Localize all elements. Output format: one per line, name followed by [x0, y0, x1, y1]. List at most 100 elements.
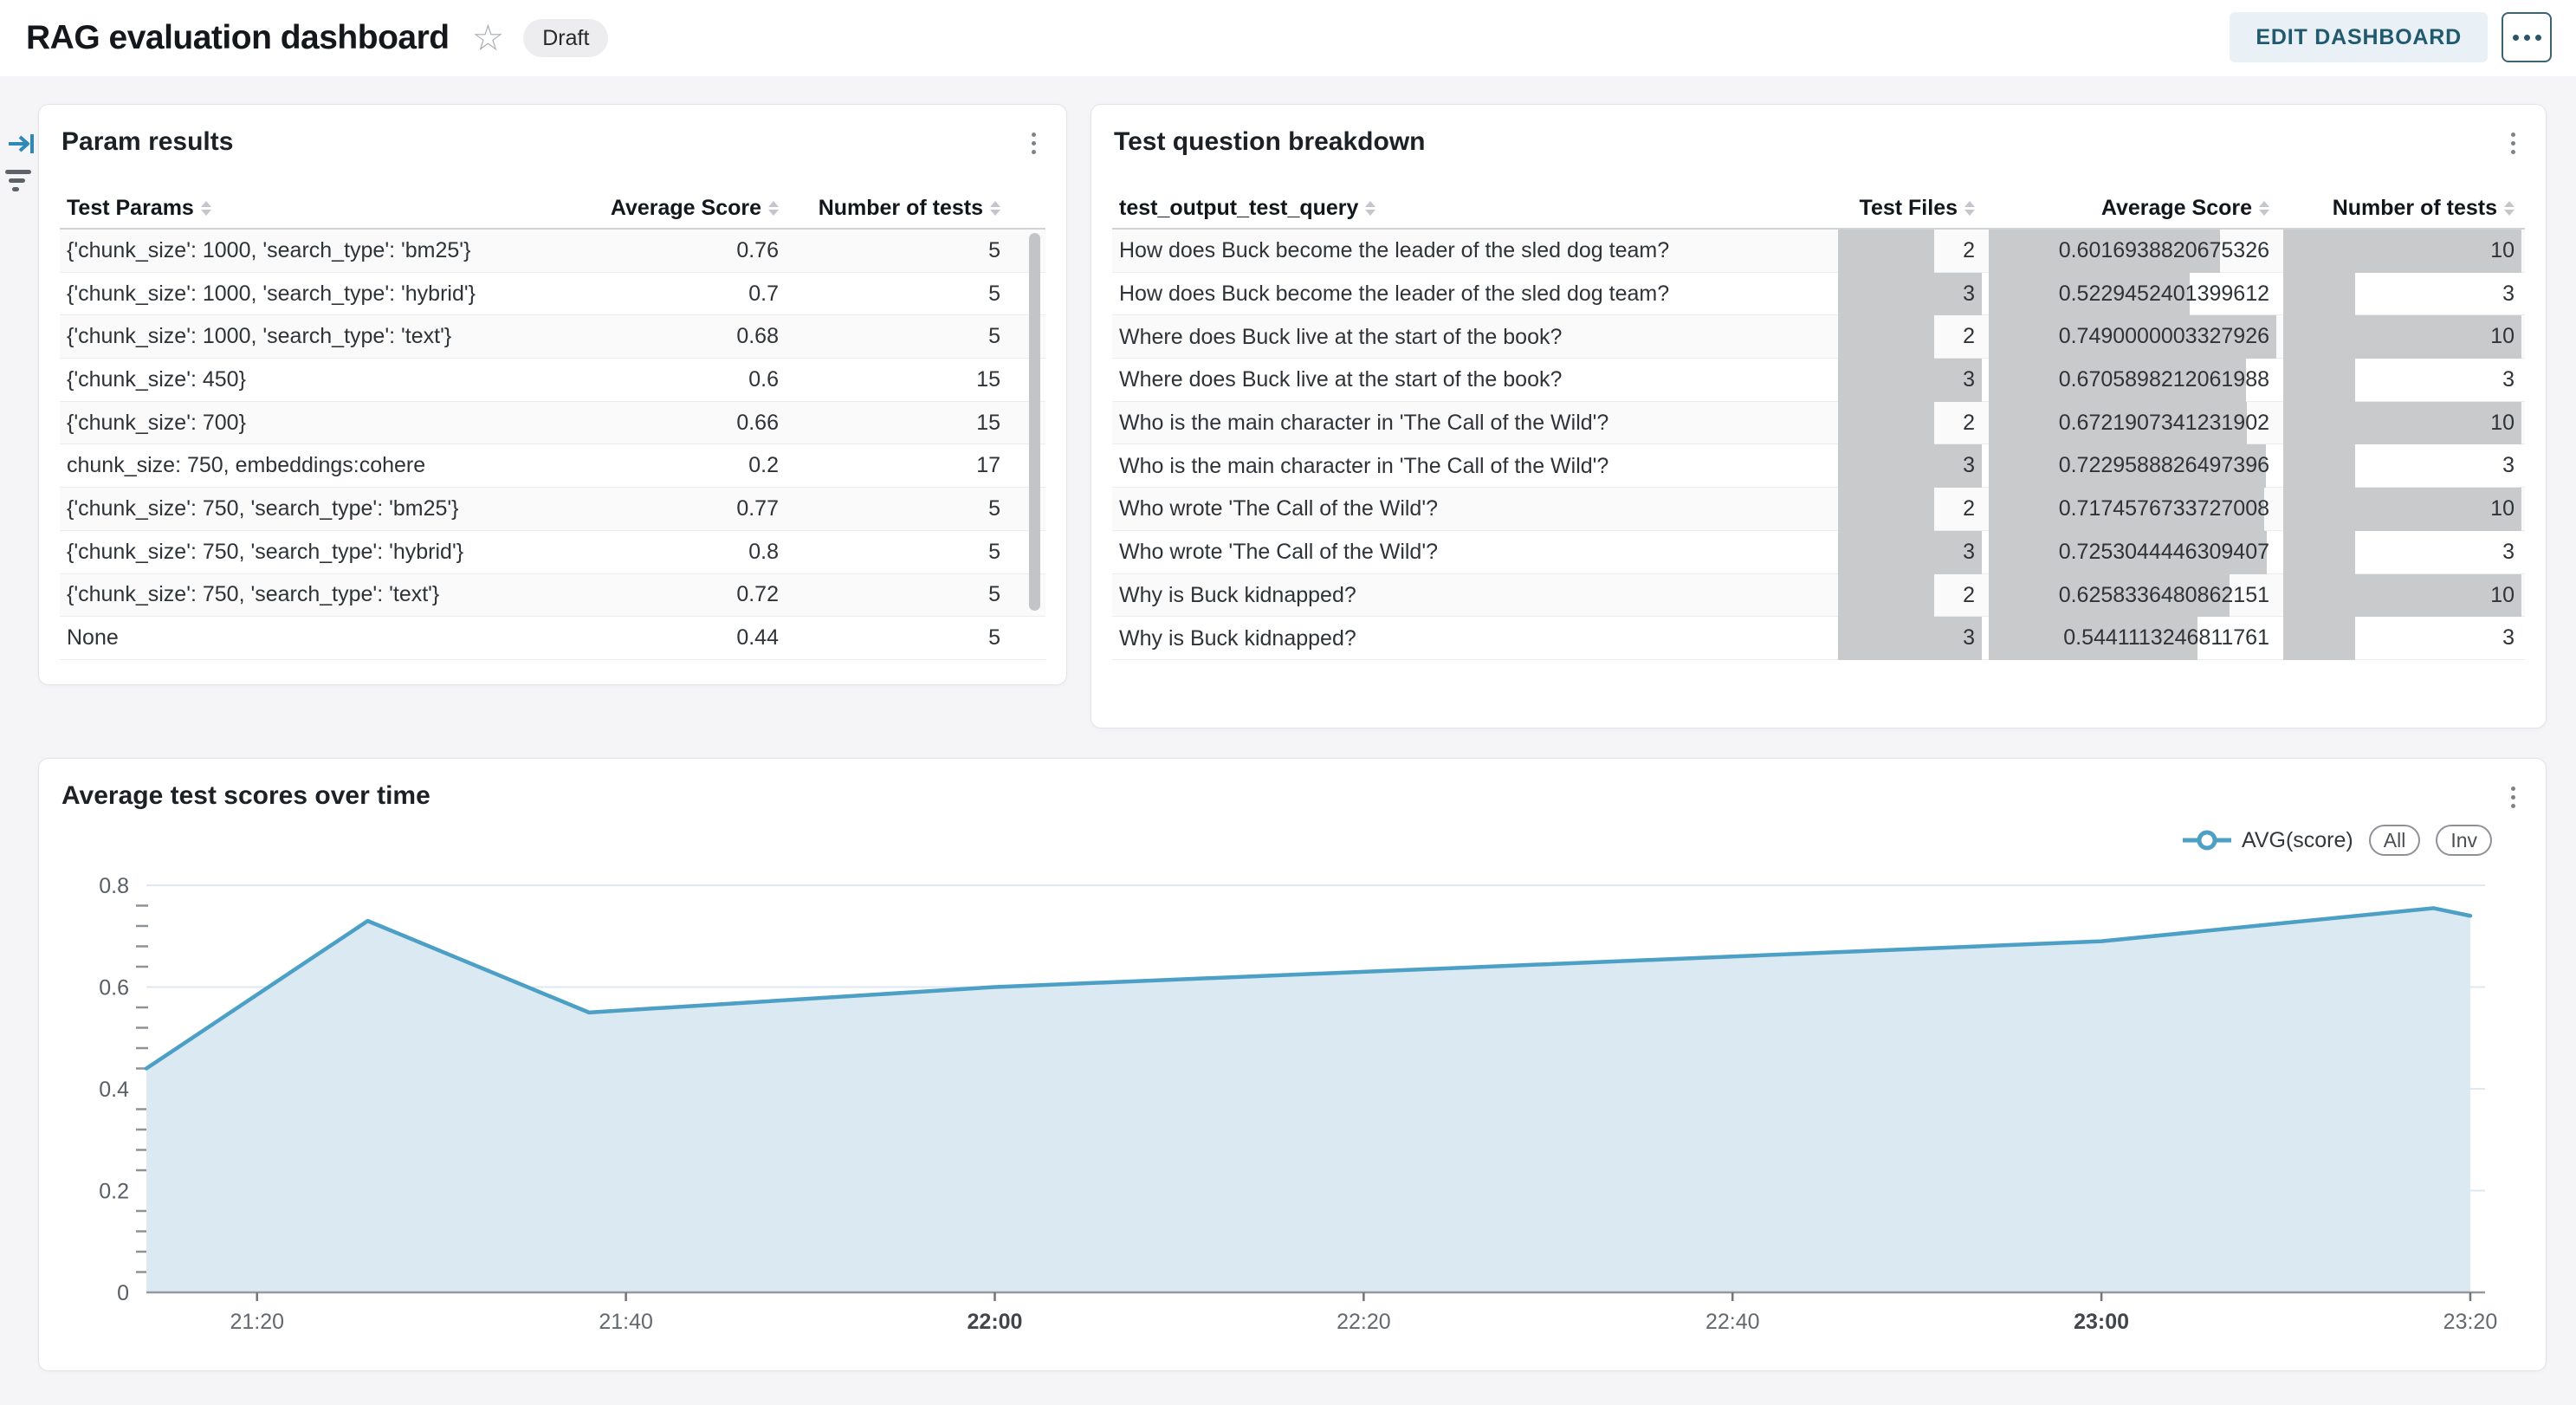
data-bar: [2283, 574, 2521, 618]
data-bar-cell: 10: [2283, 230, 2521, 273]
table-row: {'chunk_size': 1000, 'search_type': 'tex…: [60, 315, 1045, 359]
data-bar: [1838, 359, 1982, 402]
data-bar: [2283, 230, 2521, 273]
number-of-tests-cell: 5: [779, 496, 1000, 521]
query-cell: Who wrote 'The Call of the Wild'?: [1112, 540, 1835, 565]
legend-item-avg-score[interactable]: AVG(score): [2183, 828, 2353, 853]
svg-text:0.8: 0.8: [99, 874, 129, 898]
table-row: {'chunk_size': 750, 'search_type': 'text…: [60, 574, 1045, 618]
data-bar: [2283, 488, 2521, 531]
column-header-query[interactable]: test_output_test_query: [1112, 196, 1835, 221]
line-chart[interactable]: 00.20.40.60.821:2021:4022:0022:2022:4023…: [39, 856, 2547, 1350]
column-header-average-score[interactable]: Average Score: [1985, 196, 2280, 221]
favorite-star-icon[interactable]: ☆: [472, 20, 505, 56]
number-of-tests-cell: 5: [779, 282, 1000, 307]
svg-text:23:20: 23:20: [2443, 1310, 2498, 1334]
page-title: RAG evaluation dashboard: [26, 19, 450, 57]
test-params-cell: {'chunk_size': 1000, 'search_type': 'bm2…: [60, 238, 605, 263]
data-bar-cell: 10: [2283, 402, 2521, 445]
data-bar-cell: 3: [2283, 444, 2521, 488]
query-cell: How does Buck become the leader of the s…: [1112, 282, 1835, 307]
filter-icon[interactable]: [5, 170, 31, 191]
data-bar: [1838, 230, 1934, 273]
card-title: Param results: [61, 127, 233, 157]
kebab-menu-icon[interactable]: [1016, 124, 1051, 162]
table-row: Where does Buck live at the start of the…: [1112, 359, 2525, 402]
data-bar: [2283, 315, 2521, 359]
test-params-cell: None: [60, 625, 605, 651]
data-bar: [2283, 531, 2355, 574]
data-bar-cell: 3: [2283, 359, 2521, 402]
scrollbar-thumb[interactable]: [1029, 233, 1040, 611]
data-bar-cell: 3: [2283, 531, 2521, 574]
test-params-cell: {'chunk_size': 750, 'search_type': 'bm25…: [60, 496, 605, 521]
data-bar: [2283, 359, 2355, 402]
data-bar: [1838, 273, 1982, 316]
average-score-cell: 0.66: [605, 411, 779, 436]
query-cell: Who wrote 'The Call of the Wild'?: [1112, 496, 1835, 521]
param-results-card: Param results Test Params Average Score …: [38, 104, 1067, 685]
query-cell: Where does Buck live at the start of the…: [1112, 325, 1835, 350]
data-bar: [2283, 402, 2521, 445]
data-bar-cell: 10: [2283, 315, 2521, 359]
query-cell: Who is the main character in 'The Call o…: [1112, 454, 1835, 479]
data-bar-cell: 0.7229588826497396: [1989, 444, 2276, 488]
data-bar-cell: 0.5229452401399612: [1989, 273, 2276, 316]
data-bar-cell: 0.7174576733727008: [1989, 488, 2276, 531]
data-bar: [1838, 617, 1982, 660]
average-score-cell: 0.72: [605, 582, 779, 607]
data-bar-cell: 2: [1838, 315, 1982, 359]
column-header-number-of-tests[interactable]: Number of tests: [779, 196, 1000, 221]
average-score-cell: 0.68: [605, 324, 779, 349]
column-header-test-params[interactable]: Test Params: [60, 196, 605, 221]
test-params-cell: {'chunk_size': 750, 'search_type': 'hybr…: [60, 540, 605, 565]
column-header-test-files[interactable]: Test Files: [1835, 196, 1985, 221]
data-bar-cell: 0.7253044446309407: [1989, 531, 2276, 574]
table-row: {'chunk_size': 750, 'search_type': 'bm25…: [60, 488, 1045, 531]
top-bar: RAG evaluation dashboard ☆ Draft EDIT DA…: [0, 0, 2576, 76]
table-row: {'chunk_size': 450}0.615: [60, 359, 1045, 402]
number-of-tests-cell: 15: [779, 411, 1000, 436]
data-bar-cell: 0.7490000003327926: [1989, 315, 2276, 359]
table-row: Who is the main character in 'The Call o…: [1112, 444, 2525, 488]
scrollbar-track: [1029, 233, 1040, 659]
data-bar-cell: 0.6016938820675326: [1989, 230, 2276, 273]
kebab-menu-icon[interactable]: [2495, 778, 2530, 816]
query-cell: Why is Buck kidnapped?: [1112, 583, 1835, 608]
line-series-marker-icon: [2183, 829, 2231, 851]
more-options-button[interactable]: [2502, 12, 2552, 62]
column-header-number-of-tests[interactable]: Number of tests: [2280, 196, 2525, 221]
query-cell: How does Buck become the leader of the s…: [1112, 238, 1835, 263]
data-bar-cell: 3: [1838, 444, 1982, 488]
data-bar-cell: 3: [1838, 531, 1982, 574]
svg-text:0.4: 0.4: [99, 1078, 129, 1102]
table-row: {'chunk_size': 1000, 'search_type': 'hyb…: [60, 273, 1045, 316]
test-params-cell: {'chunk_size': 1000, 'search_type': 'tex…: [60, 324, 605, 349]
table-header-row: test_output_test_query Test Files Averag…: [1112, 188, 2525, 228]
sort-icon: [2259, 201, 2269, 216]
sort-icon: [768, 201, 779, 216]
data-bar: [1838, 574, 1934, 618]
collapse-panel-icon[interactable]: [7, 130, 36, 162]
sort-icon: [201, 201, 211, 216]
data-bar-cell: 3: [2283, 617, 2521, 660]
column-header-average-score[interactable]: Average Score: [605, 196, 779, 221]
edit-dashboard-button[interactable]: EDIT DASHBOARD: [2230, 12, 2488, 62]
sort-icon: [2504, 201, 2515, 216]
svg-text:0: 0: [117, 1281, 129, 1305]
test-params-cell: {'chunk_size': 450}: [60, 367, 605, 392]
query-cell: Where does Buck live at the start of the…: [1112, 367, 1835, 392]
legend-inv-button[interactable]: Inv: [2436, 825, 2492, 856]
legend-all-button[interactable]: All: [2369, 825, 2421, 856]
table-row: Why is Buck kidnapped?30.544111324681176…: [1112, 617, 2525, 660]
average-score-cell: 0.2: [605, 453, 779, 478]
kebab-menu-icon[interactable]: [2495, 124, 2530, 162]
chart-card: Average test scores over time AVG(score)…: [38, 758, 2547, 1371]
number-of-tests-cell: 15: [779, 367, 1000, 392]
table-row: {'chunk_size': 750, 'search_type': 'hybr…: [60, 531, 1045, 574]
card-title: Test question breakdown: [1114, 127, 1426, 157]
table-body: How does Buck become the leader of the s…: [1112, 228, 2525, 660]
data-bar-cell: 0.6705898212061988: [1989, 359, 2276, 402]
data-bar-cell: 3: [1838, 359, 1982, 402]
chart-title: Average test scores over time: [61, 781, 430, 811]
